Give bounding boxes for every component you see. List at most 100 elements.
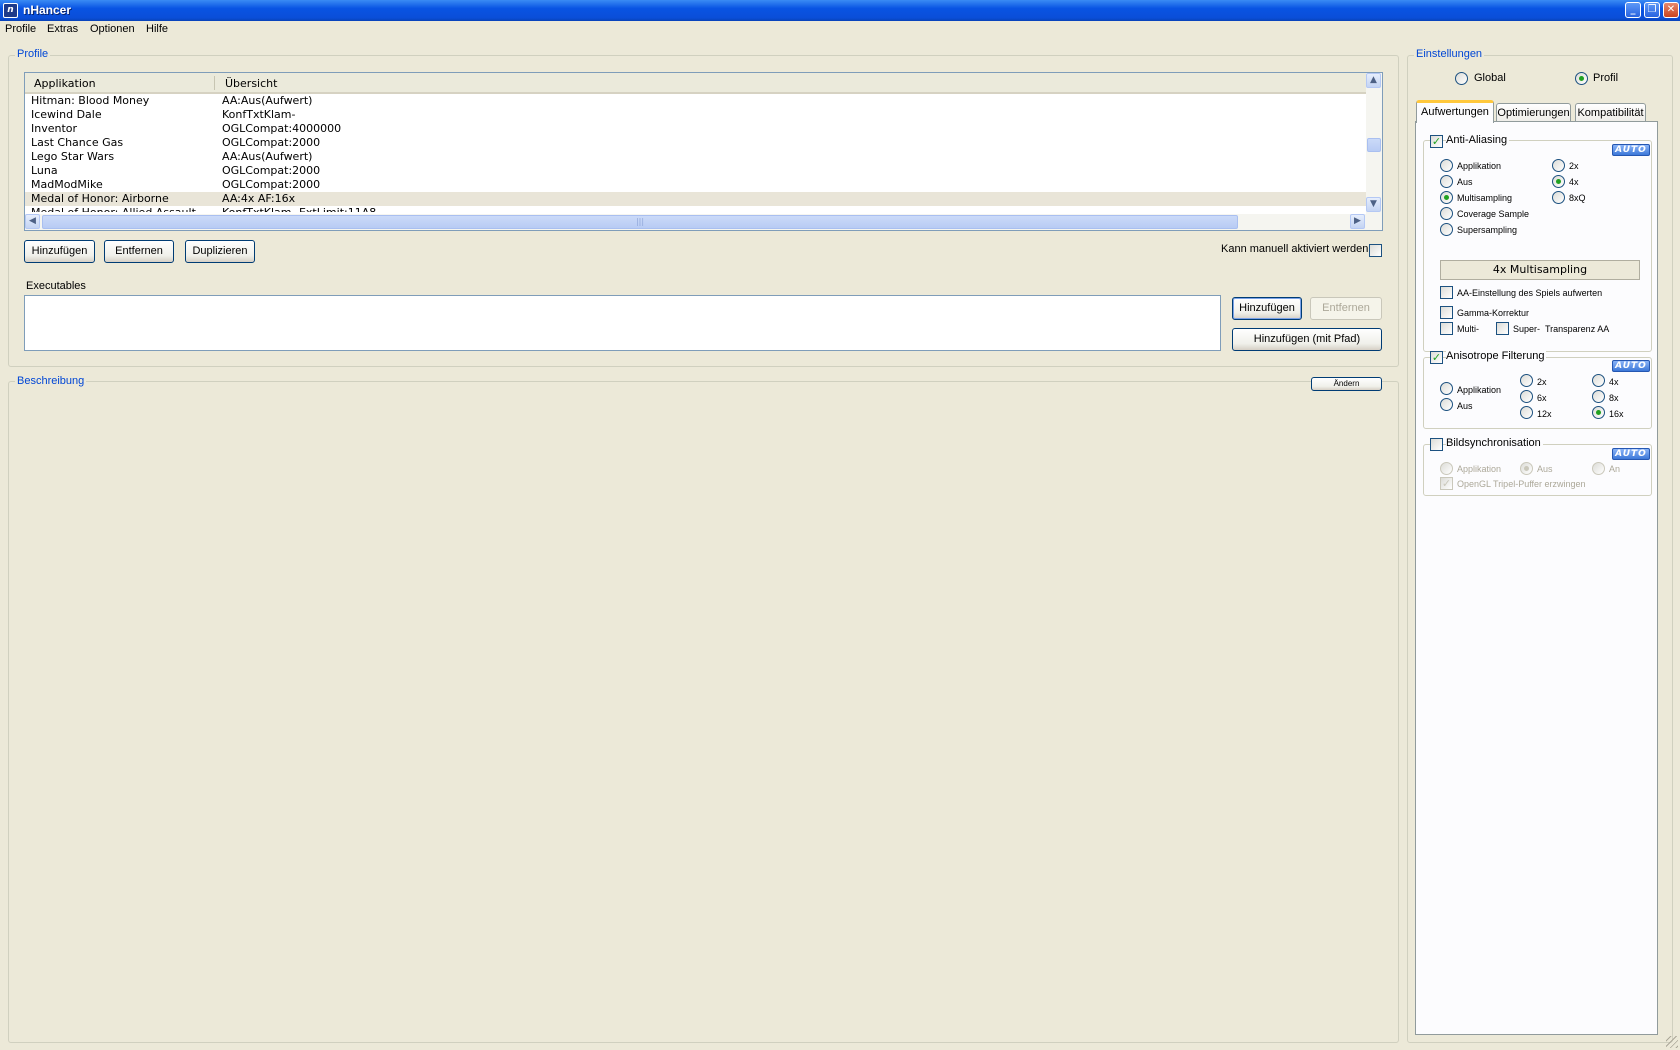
column-header-application[interactable]: Applikation <box>34 77 96 90</box>
af-mode-application-radio[interactable] <box>1440 382 1453 395</box>
triple-buffer-checkbox[interactable]: ✓ <box>1440 477 1453 490</box>
aa-mode-supersampling-radio[interactable] <box>1440 223 1453 236</box>
description-group <box>8 381 1399 1043</box>
aa-mode-application-label: Applikation <box>1457 161 1502 171</box>
vsync-on-radio[interactable] <box>1592 462 1605 475</box>
description-group-title: Beschreibung <box>15 375 87 387</box>
vertical-scroll-thumb[interactable] <box>1367 138 1381 152</box>
menu-help[interactable]: Hilfe <box>146 23 168 35</box>
aa-mode-coverage-sample-label: Coverage Sample <box>1457 209 1530 219</box>
column-header-overview[interactable]: Übersicht <box>225 77 277 90</box>
scope-profile-radio[interactable] <box>1575 72 1588 85</box>
row-application: Lego Star Wars <box>31 150 115 163</box>
add-profile-button[interactable]: Hinzufügen <box>24 240 95 263</box>
profile-list[interactable]: Applikation Übersicht Hitman: Blood Mone… <box>24 72 1383 231</box>
change-description-button[interactable]: Ändern <box>1311 377 1382 391</box>
table-row[interactable]: Medal of Honor: Allied Assault KonfTxtKla… <box>25 206 1370 212</box>
anisotropic-auto-badge[interactable]: AUTO <box>1612 360 1650 372</box>
vertical-scrollbar[interactable]: ▲ ▼ <box>1366 73 1382 214</box>
manual-activation-checkbox[interactable] <box>1369 244 1382 257</box>
table-row[interactable]: Hitman: Blood Money AA:Aus(Aufwert) <box>25 94 1370 108</box>
app-icon: n <box>3 3 18 18</box>
scroll-left-icon[interactable]: ◀ <box>25 214 40 229</box>
af-level-8x-label: 8x <box>1609 393 1619 403</box>
vsync-application-label: Applikation <box>1457 464 1502 474</box>
tab-enhancements[interactable]: Aufwertungen <box>1416 100 1494 123</box>
restore-icon[interactable]: ❐ <box>1644 2 1660 18</box>
row-overview: OGLCompat:2000 <box>222 164 321 177</box>
vsync-off-label: Aus <box>1537 464 1553 474</box>
column-divider[interactable] <box>214 76 215 90</box>
scroll-up-icon[interactable]: ▲ <box>1366 73 1381 88</box>
af-level-16x-radio[interactable] <box>1592 406 1605 419</box>
row-overview: KonfTxtKlam- ExtLimit:11A8 <box>222 206 822 212</box>
af-mode-application-label: Applikation <box>1457 385 1502 395</box>
af-level-8x-radio[interactable] <box>1592 390 1605 403</box>
executables-list[interactable] <box>24 295 1221 351</box>
table-row[interactable]: MadModMike OGLCompat:2000 <box>25 178 1370 192</box>
duplicate-profile-button[interactable]: Duplizieren <box>185 240 255 263</box>
aa-mode-application-radio[interactable] <box>1440 159 1453 172</box>
antialiasing-auto-badge[interactable]: AUTO <box>1612 144 1650 156</box>
table-row[interactable]: Inventor OGLCompat:4000000 <box>25 122 1370 136</box>
af-level-6x-radio[interactable] <box>1520 390 1533 403</box>
antialiasing-checkbox[interactable]: ✓ <box>1430 135 1443 148</box>
gamma-correction-label: Gamma-Korrektur <box>1457 308 1530 318</box>
remove-executable-button[interactable]: Entfernen <box>1310 297 1382 320</box>
transparency-multi-label: Multi- <box>1457 324 1479 334</box>
triple-buffer-label: OpenGL Tripel-Puffer erzwingen <box>1457 479 1586 489</box>
menu-profile[interactable]: Profile <box>5 23 36 35</box>
row-application: Icewind Dale <box>31 108 102 121</box>
scope-global-radio[interactable] <box>1455 72 1468 85</box>
transparency-multi-checkbox[interactable] <box>1440 322 1453 335</box>
row-overview: OGLCompat:2000 <box>222 178 321 191</box>
vsync-auto-badge[interactable]: AUTO <box>1612 448 1650 460</box>
row-overview: AA:Aus(Aufwert) <box>222 94 313 107</box>
table-row[interactable]: Icewind Dale KonfTxtKlam- <box>25 108 1370 122</box>
enhancements-tab-panel: ✓ Anti-Aliasing AUTO Applikation Aus Mul… <box>1415 121 1658 1035</box>
gamma-correction-checkbox[interactable] <box>1440 306 1453 319</box>
anisotropic-checkbox[interactable]: ✓ <box>1430 351 1443 364</box>
table-row[interactable]: Lego Star Wars AA:Aus(Aufwert) <box>25 150 1370 164</box>
table-row[interactable]: Last Chance Gas OGLCompat:2000 <box>25 136 1370 150</box>
aa-level-4x-radio[interactable] <box>1552 175 1565 188</box>
remove-profile-button[interactable]: Entfernen <box>104 240 174 263</box>
table-row[interactable]: Medal of Honor: Airborne AA:4x AF:16x <box>25 192 1370 206</box>
aa-mode-off-radio[interactable] <box>1440 175 1453 188</box>
anisotropic-title: Anisotrope Filterung <box>1446 350 1547 362</box>
row-application: Luna <box>31 164 58 177</box>
aa-mode-multisampling-radio[interactable] <box>1440 191 1453 204</box>
vsync-off-radio[interactable] <box>1520 462 1533 475</box>
aa-level-8xq-radio[interactable] <box>1552 191 1565 204</box>
scope-profile-label: Profil <box>1593 72 1619 84</box>
antialiasing-group <box>1423 140 1652 352</box>
scope-global-label: Global <box>1474 72 1506 84</box>
row-application: Last Chance Gas <box>31 136 124 149</box>
vsync-checkbox[interactable] <box>1430 438 1443 451</box>
title-bar[interactable]: n nHancer _ ❐ ✕ <box>0 0 1680 21</box>
menu-options[interactable]: Optionen <box>90 23 135 35</box>
resize-grip-icon[interactable] <box>1666 1036 1678 1048</box>
scroll-right-icon[interactable]: ▶ <box>1350 214 1365 229</box>
menu-extras[interactable]: Extras <box>47 23 78 35</box>
horizontal-scrollbar[interactable]: ◀ ||| ▶ <box>25 214 1382 230</box>
aa-enhance-checkbox[interactable] <box>1440 286 1453 299</box>
af-mode-off-radio[interactable] <box>1440 398 1453 411</box>
table-row[interactable]: Luna OGLCompat:2000 <box>25 164 1370 178</box>
minimize-icon[interactable]: _ <box>1625 2 1641 18</box>
aa-mode-display: 4x Multisampling <box>1440 260 1640 280</box>
aa-level-2x-radio[interactable] <box>1552 159 1565 172</box>
transparency-super-checkbox[interactable] <box>1496 322 1509 335</box>
af-level-4x-radio[interactable] <box>1592 374 1605 387</box>
add-executable-with-path-button[interactable]: Hinzufügen (mit Pfad) <box>1232 328 1382 351</box>
close-icon[interactable]: ✕ <box>1663 2 1679 18</box>
af-level-12x-radio[interactable] <box>1520 406 1533 419</box>
horizontal-scroll-thumb[interactable]: ||| <box>42 215 1238 229</box>
row-application: MadModMike <box>31 178 103 191</box>
add-executable-button[interactable]: Hinzufügen <box>1232 297 1302 320</box>
vsync-application-radio[interactable] <box>1440 462 1453 475</box>
aa-mode-coverage-sample-radio[interactable] <box>1440 207 1453 220</box>
af-level-4x-label: 4x <box>1609 377 1619 387</box>
scroll-down-icon[interactable]: ▼ <box>1366 197 1381 212</box>
af-level-2x-radio[interactable] <box>1520 374 1533 387</box>
